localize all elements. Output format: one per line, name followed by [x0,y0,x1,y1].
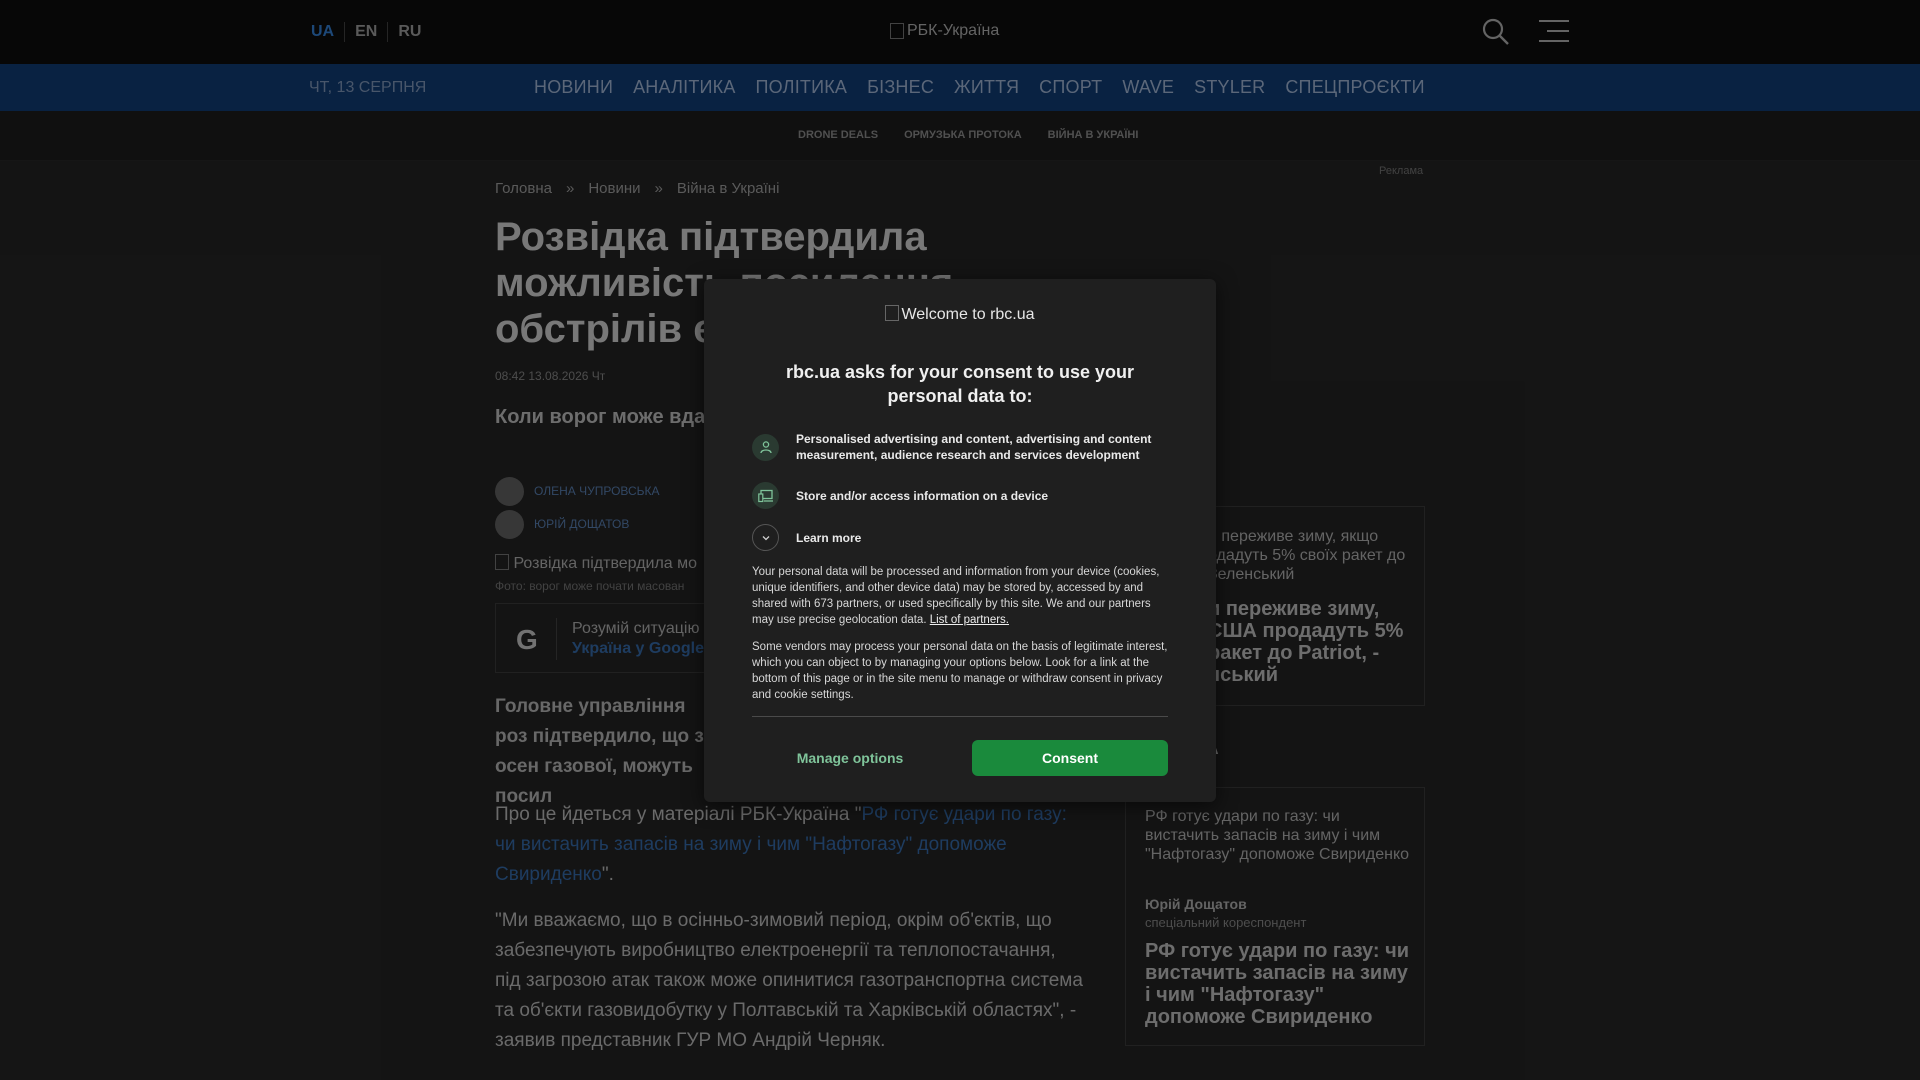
consent-logo: Welcome to rbc.ua [704,305,1216,324]
learn-more-toggle[interactable]: Learn more [752,524,1172,551]
consent-button[interactable]: Consent [972,740,1168,776]
device-icon [752,482,779,509]
consent-legitimate-interest-text: Some vendors may process your personal d… [752,641,1168,701]
consent-purpose-text: Store and/or access information on a dev… [796,488,1049,503]
consent-logo-alt: Welcome to rbc.ua [901,306,1035,323]
consent-purpose-text: Personalised advertising and content, ad… [796,432,1152,462]
consent-purpose-item: Personalised advertising and content, ad… [752,431,1172,463]
broken-image-icon [885,305,900,321]
manage-options-button[interactable]: Manage options [752,740,948,776]
consent-purpose-item: Store and/or access information on a dev… [752,482,1172,509]
consent-dialog: Welcome to rbc.ua rbc.ua asks for your c… [704,279,1216,802]
consent-heading: rbc.ua asks for your consent to use your… [785,362,1135,406]
chevron-down-icon [752,524,779,551]
learn-more-label: Learn more [796,530,862,545]
person-icon [752,433,779,461]
divider [752,716,1168,717]
list-of-partners-link[interactable]: List of partners. [930,614,1009,626]
consent-info-text: Your personal data will be processed and… [752,564,1168,628]
